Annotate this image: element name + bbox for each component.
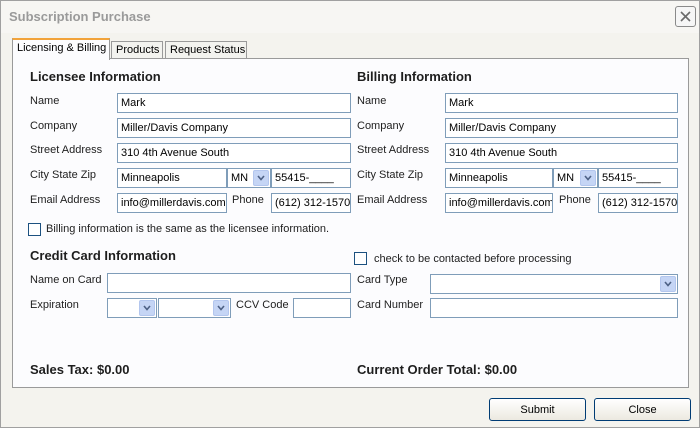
- billing-state-value: MN: [557, 172, 575, 184]
- billing-email-field[interactable]: info@millerdavis.com: [445, 193, 553, 213]
- credit-card-heading: Credit Card Information: [30, 248, 176, 263]
- name-on-card-field[interactable]: [107, 273, 351, 293]
- licensee-heading: Licensee Information: [30, 69, 161, 84]
- submit-button[interactable]: Submit: [489, 398, 586, 421]
- billing-name-field[interactable]: Mark: [445, 93, 678, 113]
- billing-email-label: Email Address: [357, 194, 428, 206]
- sales-tax-total: Sales Tax: $0.00: [30, 362, 130, 377]
- title-bar: Subscription Purchase: [1, 1, 699, 33]
- tab-label: Licensing & Billing: [17, 42, 107, 54]
- chevron-down-icon: [253, 170, 269, 186]
- licensee-name-field[interactable]: Mark: [117, 93, 351, 113]
- billing-company-label: Company: [357, 120, 405, 132]
- close-icon: [680, 11, 691, 22]
- tab-request-status[interactable]: Request Status: [165, 41, 247, 59]
- licensee-email-field[interactable]: info@millerdavis.com: [117, 193, 227, 213]
- billing-state-select[interactable]: MN: [553, 168, 598, 188]
- card-type-select[interactable]: [430, 274, 678, 294]
- ccv-code-label: CCV Code: [236, 299, 289, 311]
- ccv-code-field[interactable]: [293, 298, 351, 318]
- billing-street-field[interactable]: 310 4th Avenue South: [445, 143, 678, 163]
- chevron-down-icon: [213, 300, 229, 316]
- expiration-month-select[interactable]: [107, 298, 157, 318]
- billing-city-field[interactable]: Minneapolis: [445, 168, 553, 188]
- window-close-button[interactable]: [675, 6, 696, 27]
- billing-street-label: Street Address: [357, 144, 430, 156]
- licensee-city-state-zip-label: City State Zip: [30, 169, 97, 181]
- chevron-down-icon: [580, 170, 596, 186]
- name-on-card-label: Name on Card: [30, 274, 102, 286]
- billing-heading: Billing Information: [357, 69, 472, 84]
- chevron-down-icon: [139, 300, 155, 316]
- contact-before-processing-checkbox[interactable]: [354, 252, 367, 265]
- card-number-field[interactable]: [430, 298, 678, 318]
- contact-before-processing-label: check to be contacted before processing: [374, 253, 572, 265]
- same-as-licensee-checkbox[interactable]: [28, 223, 41, 236]
- billing-name-label: Name: [357, 95, 387, 107]
- licensee-name-label: Name: [30, 95, 60, 107]
- chevron-down-icon: [660, 276, 676, 292]
- tab-label: Request Status: [170, 44, 246, 56]
- billing-phone-label: Phone: [559, 194, 591, 206]
- licensee-company-field[interactable]: Miller/Davis Company: [117, 118, 351, 138]
- licensee-state-select[interactable]: MN: [227, 168, 271, 188]
- tab-products[interactable]: Products: [111, 41, 163, 59]
- current-order-total: Current Order Total: $0.00: [357, 362, 518, 377]
- tab-licensing-billing[interactable]: Licensing & Billing: [12, 38, 110, 60]
- billing-company-field[interactable]: Miller/Davis Company: [445, 118, 678, 138]
- tab-label: Products: [116, 44, 160, 56]
- licensing-billing-panel: Licensee Information Name Mark Company M…: [12, 58, 689, 388]
- window-title: Subscription Purchase: [9, 9, 151, 24]
- licensee-phone-label: Phone: [232, 194, 264, 206]
- licensee-street-field[interactable]: 310 4th Avenue South: [117, 143, 351, 163]
- expiration-year-select[interactable]: [158, 298, 231, 318]
- billing-zip-field[interactable]: 55415-____: [598, 168, 678, 188]
- licensee-city-field[interactable]: Minneapolis: [117, 168, 227, 188]
- card-number-label: Card Number: [357, 299, 424, 311]
- billing-phone-field[interactable]: (612) 312-1570: [598, 193, 678, 213]
- subscription-purchase-window: Subscription Purchase Licensing & Billin…: [0, 0, 700, 428]
- licensee-phone-field[interactable]: (612) 312-1570: [271, 193, 351, 213]
- licensee-state-value: MN: [231, 172, 249, 184]
- expiration-label: Expiration: [30, 299, 79, 311]
- same-as-licensee-label: Billing information is the same as the l…: [46, 223, 330, 235]
- close-button[interactable]: Close: [594, 398, 691, 421]
- licensee-email-label: Email Address: [30, 194, 101, 206]
- licensee-company-label: Company: [30, 120, 78, 132]
- submit-button-label: Submit: [520, 403, 555, 416]
- billing-city-state-zip-label: City State Zip: [357, 169, 424, 181]
- licensee-zip-field[interactable]: 55415-____: [271, 168, 351, 188]
- card-type-label: Card Type: [357, 274, 408, 286]
- licensee-street-label: Street Address: [30, 144, 103, 156]
- close-button-label: Close: [628, 403, 657, 416]
